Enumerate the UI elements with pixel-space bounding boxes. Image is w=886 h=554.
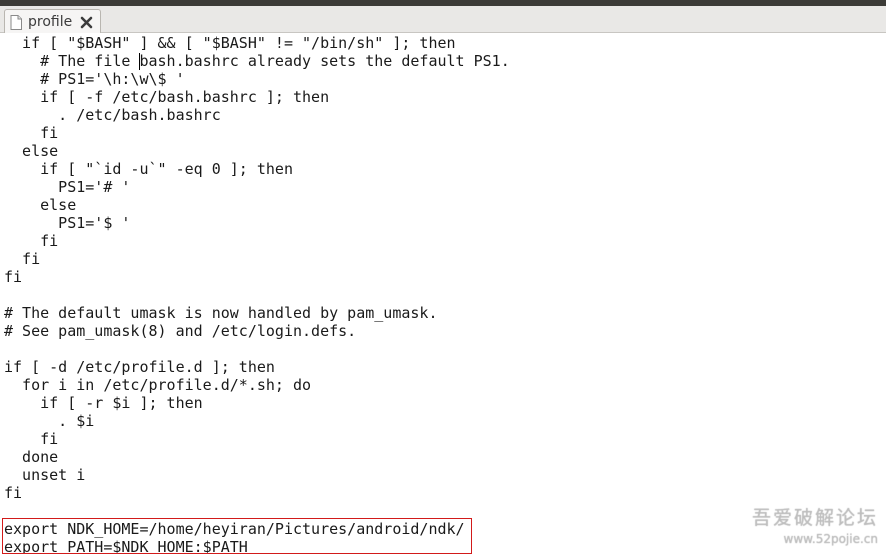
code-line: fi xyxy=(4,484,23,502)
code-line: else xyxy=(4,142,59,160)
code-content: if [ "$BASH" ] && [ "$BASH" != "/bin/sh"… xyxy=(4,34,510,554)
text-cursor xyxy=(139,53,140,70)
code-line: if [ -r $i ]; then xyxy=(4,394,203,412)
code-line: . $i xyxy=(4,412,95,430)
code-line: for i in /etc/profile.d/*.sh; do xyxy=(4,376,312,394)
code-line: if [ "$BASH" ] && [ "$BASH" != "/bin/sh"… xyxy=(4,34,456,52)
code-line: if [ -f /etc/bash.bashrc ]; then xyxy=(4,88,330,106)
code-line: unset i xyxy=(4,466,86,484)
tab-label: profile xyxy=(28,14,73,30)
code-line: fi xyxy=(4,250,41,268)
code-line: PS1='# ' xyxy=(4,178,131,196)
code-line: fi xyxy=(4,232,59,250)
text-editor-window: profile if [ "$BASH" ] && [ "$BASH" != "… xyxy=(0,0,886,554)
document-icon xyxy=(10,14,22,30)
code-line: done xyxy=(4,448,59,466)
code-line: else xyxy=(4,196,77,214)
code-line: fi xyxy=(4,124,59,142)
editor-text-area[interactable]: if [ "$BASH" ] && [ "$BASH" != "/bin/sh"… xyxy=(0,33,886,554)
watermark-url: www.52pojie.cn xyxy=(783,532,878,546)
code-line: . /etc/bash.bashrc xyxy=(4,106,221,124)
tab-profile[interactable]: profile xyxy=(4,9,101,34)
watermark-title: 吾爱破解论坛 xyxy=(751,507,878,529)
code-line: fi xyxy=(4,268,23,286)
code-line: if [ -d /etc/profile.d ]; then xyxy=(4,358,275,376)
code-line: fi xyxy=(4,430,59,448)
tab-bar: profile xyxy=(0,6,886,34)
code-line: # See pam_umask(8) and /etc/login.defs. xyxy=(4,322,357,340)
code-line: # PS1='\h:\w\$ ' xyxy=(4,70,185,88)
watermark: 吾爱破解论坛 www.52pojie.cn xyxy=(752,503,878,546)
code-line: export PATH=$NDK_HOME:$PATH xyxy=(4,538,248,554)
code-line: PS1='$ ' xyxy=(4,214,131,232)
code-line: # The file bash.bashrc already sets the … xyxy=(4,52,510,70)
close-icon[interactable] xyxy=(79,15,94,30)
code-line: export NDK_HOME=/home/heyiran/Pictures/a… xyxy=(4,520,465,538)
code-line: # The default umask is now handled by pa… xyxy=(4,304,438,322)
code-line: if [ "`id -u`" -eq 0 ]; then xyxy=(4,160,293,178)
